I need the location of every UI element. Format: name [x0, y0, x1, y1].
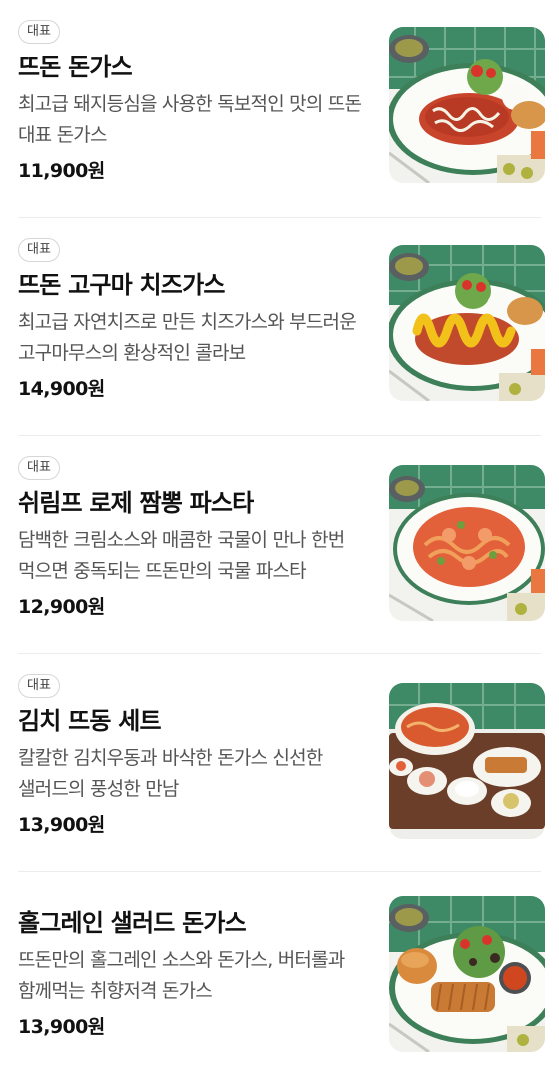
tonkatsu-plate-photo[interactable] [389, 27, 545, 183]
menu-item-sweet-potato-cheese-katsu[interactable]: 대표 뜨돈 고구마 치즈가스 최고급 자연치즈로 만든 치즈가스와 부드러운 고… [0, 218, 559, 436]
signature-badge: 대표 [18, 456, 60, 480]
menu-item-price: 11,900원 [18, 160, 105, 182]
menu-item-shrimp-rose-pasta[interactable]: 대표 쉬림프 로제 짬뽕 파스타 담백한 크림소스와 매콤한 국물이 만나 한번… [0, 436, 559, 654]
menu-item-description: 최고급 돼지등심을 사용한 독보적인 맛의 뜨돈 대표 돈가스 [18, 93, 362, 146]
kimchi-udon-set-photo[interactable] [389, 683, 545, 839]
signature-badge: 대표 [18, 238, 60, 262]
signature-badge: 대표 [18, 20, 60, 44]
menu-item-description: 담백한 크림소스와 매콤한 국물이 만나 한번 먹으면 중독되는 뜨돈만의 국물… [18, 529, 345, 582]
menu-item-name: 뜨돈 고구마 치즈가스 [18, 271, 225, 299]
menu-item-price: 12,900원 [18, 596, 105, 618]
menu-item-name: 뜨돈 돈가스 [18, 53, 133, 81]
menu-item-info: 홀그레인 샐러드 돈가스 뜨돈만의 홀그레인 소스와 돈가스, 버터롤과 함께먹… [18, 906, 373, 1040]
signature-badge: 대표 [18, 674, 60, 698]
menu-item-info: 대표 김치 뜨동 세트 칼칼한 김치우동과 바삭한 돈가스 신선한 샐러드의 풍… [18, 674, 373, 838]
menu-item-price: 13,900원 [18, 1016, 105, 1038]
sweet-potato-cheese-katsu-photo[interactable] [389, 245, 545, 401]
menu-item-name: 홀그레인 샐러드 돈가스 [18, 909, 247, 937]
menu-list: 대표 뜨돈 돈가스 최고급 돼지등심을 사용한 독보적인 맛의 뜨돈 대표 돈가… [0, 0, 559, 1090]
menu-item-description: 뜨돈만의 홀그레인 소스와 돈가스, 버터롤과 함께먹는 취향저격 돈가스 [18, 949, 345, 1002]
menu-item-info: 대표 뜨돈 돈가스 최고급 돼지등심을 사용한 독보적인 맛의 뜨돈 대표 돈가… [18, 20, 373, 184]
menu-item-description: 최고급 자연치즈로 만든 치즈가스와 부드러운 고구마무스의 환상적인 콜라보 [18, 311, 357, 364]
whole-grain-salad-katsu-photo[interactable] [389, 896, 545, 1052]
shrimp-rose-pasta-photo[interactable] [389, 465, 545, 621]
menu-item-kimchi-udon-set[interactable]: 대표 김치 뜨동 세트 칼칼한 김치우동과 바삭한 돈가스 신선한 샐러드의 풍… [0, 654, 559, 872]
menu-item-tteudon-tonkatsu[interactable]: 대표 뜨돈 돈가스 최고급 돼지등심을 사용한 독보적인 맛의 뜨돈 대표 돈가… [0, 0, 559, 218]
menu-item-name: 쉬림프 로제 짬뽕 파스타 [18, 489, 254, 517]
menu-item-description: 칼칼한 김치우동과 바삭한 돈가스 신선한 샐러드의 풍성한 만남 [18, 747, 323, 800]
menu-item-info: 대표 뜨돈 고구마 치즈가스 최고급 자연치즈로 만든 치즈가스와 부드러운 고… [18, 238, 373, 402]
menu-item-info: 대표 쉬림프 로제 짬뽕 파스타 담백한 크림소스와 매콤한 국물이 만나 한번… [18, 456, 373, 620]
menu-item-price: 13,900원 [18, 814, 105, 836]
menu-item-price: 14,900원 [18, 378, 105, 400]
menu-item-name: 김치 뜨동 세트 [18, 707, 162, 735]
menu-item-whole-grain-salad-katsu[interactable]: 홀그레인 샐러드 돈가스 뜨돈만의 홀그레인 소스와 돈가스, 버터롤과 함께먹… [0, 872, 559, 1090]
